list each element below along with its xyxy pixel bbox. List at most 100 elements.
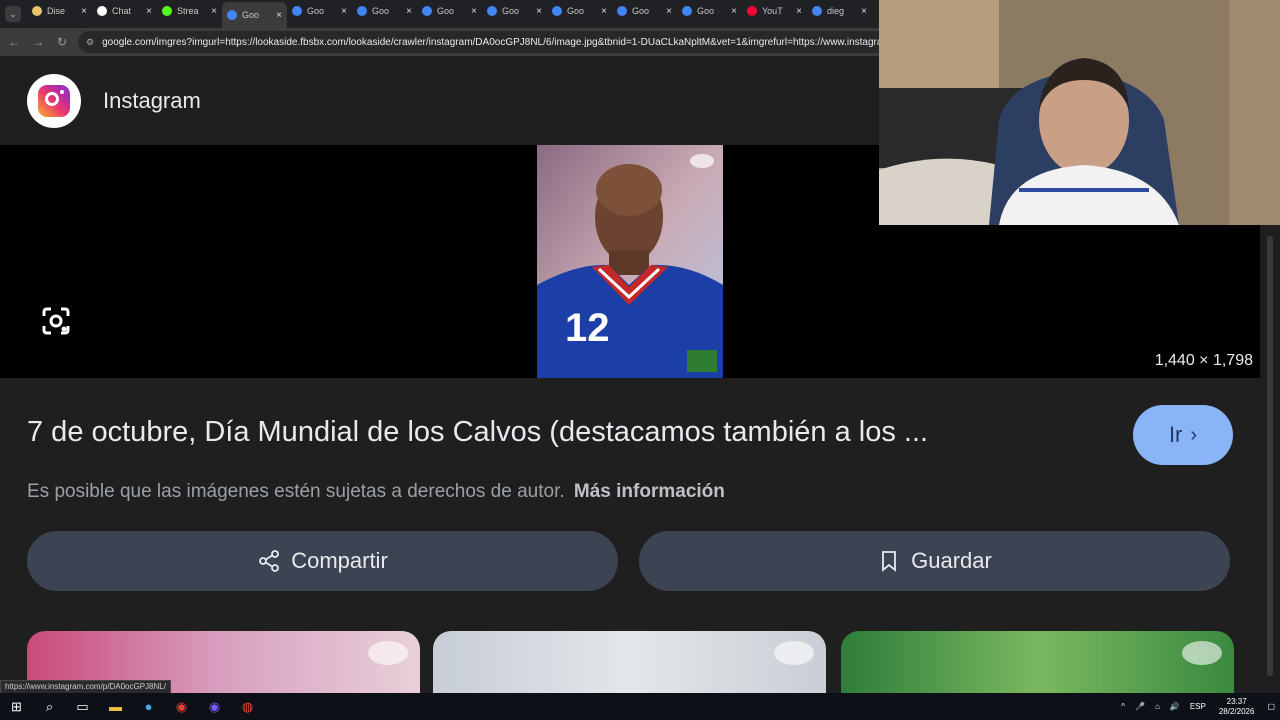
tab-title: YouT <box>762 6 783 16</box>
share-button[interactable]: Compartir <box>27 531 618 591</box>
favicon-icon <box>812 6 822 16</box>
search-icon[interactable]: ⌕ <box>33 693 66 720</box>
preview-image[interactable]: 12 <box>537 145 723 378</box>
browser-tab[interactable]: Goo × <box>677 0 742 22</box>
close-tab-icon[interactable]: × <box>146 6 152 17</box>
tab-title: Goo <box>307 6 325 16</box>
microphone-icon[interactable]: 🎤 <box>1135 702 1145 711</box>
go-button[interactable]: Ir › <box>1133 405 1233 465</box>
tab-title: Goo <box>437 6 455 16</box>
instagram-logo-icon <box>27 74 81 128</box>
watermark-icon <box>774 641 814 665</box>
edge-icon[interactable]: ● <box>132 693 165 720</box>
forward-icon[interactable]: → <box>28 35 48 49</box>
task-view-icon[interactable]: ▭ <box>66 693 99 720</box>
discord-chrome-icon[interactable]: ◉ <box>198 693 231 720</box>
related-image-3[interactable] <box>841 631 1234 693</box>
notifications-icon[interactable]: ▢ <box>1267 702 1275 711</box>
clock-time: 23:37 <box>1226 696 1247 706</box>
page-title[interactable]: 7 de octubre, Día Mundial de los Calvos … <box>27 416 928 449</box>
volume-icon[interactable]: 🔊 <box>1170 702 1180 711</box>
address-bar: ← → ↻ ⚙ google.com/imgres?imgurl=https:/… <box>0 28 880 56</box>
favicon-icon <box>487 6 497 16</box>
tab-title: Goo <box>502 6 520 16</box>
browser-tab[interactable]: Dise × <box>27 0 92 22</box>
close-tab-icon[interactable]: × <box>406 6 412 17</box>
chevron-up-icon[interactable]: ^ <box>1121 702 1125 711</box>
tab-list: Dise × Chat × Strea × Goo × Goo × Goo × Goo × Goo × Goo ×… <box>27 0 872 28</box>
save-button[interactable]: Guardar <box>639 531 1230 591</box>
url-text: google.com/imgres?imgurl=https://lookasi… <box>102 36 880 48</box>
reload-icon[interactable]: ↻ <box>52 35 72 49</box>
browser-tab[interactable]: Goo × <box>287 0 352 22</box>
more-info-link[interactable]: Más información <box>574 481 725 502</box>
system-tray: ^ 🎤 ⌂ 🔊 ESP 23:37 28/2/2026 ▢ <box>1116 693 1280 720</box>
favicon-icon <box>227 10 237 20</box>
favicon-icon <box>682 6 692 16</box>
browser-tab[interactable]: Goo × <box>352 0 417 22</box>
share-label: Compartir <box>291 548 388 573</box>
browser-tab[interactable]: Strea × <box>157 0 222 22</box>
status-link-preview: https://www.instagram.com/p/DA0ocGPJ8NL/ <box>0 680 171 694</box>
app-icon[interactable]: ◍ <box>231 693 264 720</box>
clock[interactable]: 23:37 28/2/2026 <box>1219 697 1255 717</box>
tab-title: Goo <box>632 6 650 16</box>
close-tab-icon[interactable]: × <box>601 6 607 17</box>
browser-tab[interactable]: YouT × <box>742 0 807 22</box>
windows-start-icon[interactable]: ⊞ <box>0 693 33 720</box>
close-tab-icon[interactable]: × <box>211 6 217 17</box>
tab-title: Dise <box>47 6 66 16</box>
watermark-icon <box>1182 641 1222 665</box>
close-tab-icon[interactable]: × <box>276 10 282 21</box>
close-tab-icon[interactable]: × <box>536 6 542 17</box>
browser-tab[interactable]: Goo × <box>547 0 612 22</box>
close-tab-icon[interactable]: × <box>731 6 737 17</box>
browser-tab[interactable]: Goo × <box>222 2 287 28</box>
file-explorer-icon[interactable]: ▬ <box>99 693 132 720</box>
favicon-icon <box>422 6 432 16</box>
svg-text:12: 12 <box>565 306 610 350</box>
tab-search-button[interactable]: ⌄ <box>5 6 21 22</box>
language-indicator[interactable]: ESP <box>1190 702 1206 711</box>
browser-tab[interactable]: Goo × <box>482 0 547 22</box>
tab-title: Goo <box>242 10 260 20</box>
source-name: Instagram <box>103 88 201 113</box>
tab-title: Goo <box>372 6 390 16</box>
page-scrollbar[interactable] <box>1260 226 1280 693</box>
favicon-icon <box>292 6 302 16</box>
google-lens-icon[interactable] <box>40 305 72 337</box>
share-icon <box>259 550 280 572</box>
close-tab-icon[interactable]: × <box>471 6 477 17</box>
browser-tab[interactable]: Goo × <box>417 0 482 22</box>
browser-tab[interactable]: Chat × <box>92 0 157 22</box>
close-tab-icon[interactable]: × <box>81 6 87 17</box>
close-tab-icon[interactable]: × <box>666 6 672 17</box>
favicon-icon <box>162 6 172 16</box>
browser-tab[interactable]: Goo × <box>612 0 677 22</box>
clock-date: 28/2/2026 <box>1218 706 1255 716</box>
related-image-2[interactable] <box>433 631 826 693</box>
network-icon[interactable]: ⌂ <box>1155 702 1160 711</box>
back-icon[interactable]: ← <box>4 35 24 49</box>
bookmark-icon <box>882 551 897 572</box>
copyright-text: Es posible que las imágenes estén sujeta… <box>27 481 565 502</box>
chrome-icon[interactable]: ◉ <box>165 693 198 720</box>
tab-title: Goo <box>697 6 715 16</box>
taskbar: ⊞ ⌕ ▭ ▬ ● ◉ ◉ ◍ ^ 🎤 ⌂ 🔊 ESP 23:37 28/2/2… <box>0 693 1280 720</box>
tab-title: Goo <box>567 6 585 16</box>
favicon-icon <box>97 6 107 16</box>
image-dimensions: 1,440 × 1,798 <box>1154 352 1253 369</box>
chevron-right-icon: › <box>1190 423 1198 446</box>
watermark-icon <box>368 641 408 665</box>
favicon-icon <box>617 6 627 16</box>
browser-tab[interactable]: dieg × <box>807 0 872 22</box>
favicon-icon <box>32 6 42 16</box>
tab-title: Strea <box>177 6 199 16</box>
close-tab-icon[interactable]: × <box>861 6 867 17</box>
close-tab-icon[interactable]: × <box>341 6 347 17</box>
save-label: Guardar <box>911 548 992 573</box>
url-input[interactable]: ⚙ google.com/imgres?imgurl=https://looka… <box>78 31 880 53</box>
close-tab-icon[interactable]: × <box>796 6 802 17</box>
webcam-overlay <box>879 0 1280 225</box>
site-info-icon[interactable]: ⚙ <box>86 37 94 48</box>
